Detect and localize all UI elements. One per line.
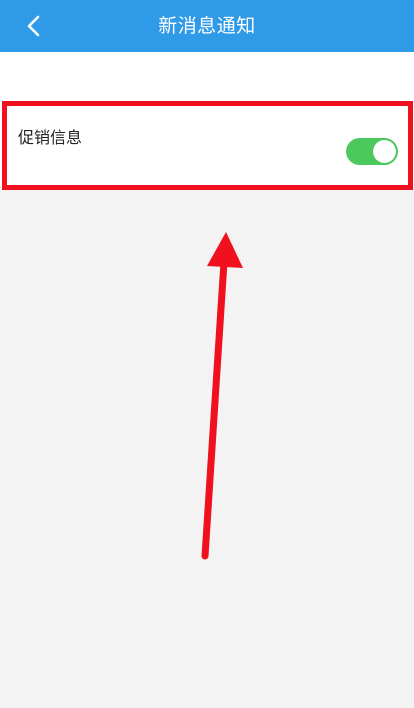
up-arrow-annotation [201, 232, 243, 560]
